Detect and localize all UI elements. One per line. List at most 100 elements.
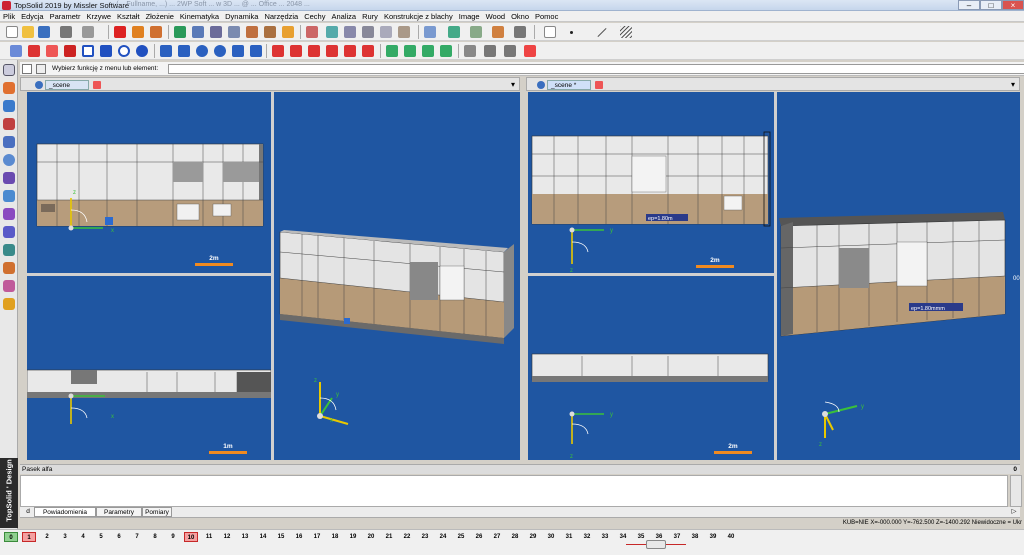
page-17[interactable]: 17 — [310, 532, 324, 542]
menu-zlozenie[interactable]: Złożenie — [143, 11, 177, 22]
minimize-button[interactable]: – — [958, 0, 980, 10]
page-9[interactable]: 9 — [166, 532, 180, 542]
new-file-icon[interactable] — [6, 26, 18, 38]
menu-okno[interactable]: Okno — [508, 11, 532, 22]
check-icon[interactable] — [398, 26, 410, 38]
menu-pomoc[interactable]: Pomoc — [532, 11, 561, 22]
doc-close-icon[interactable] — [93, 81, 101, 89]
viewport-iso-left[interactable]: z y x — [274, 92, 520, 460]
page-25[interactable]: 25 — [454, 532, 468, 542]
chevron-down-icon[interactable]: ▾ — [1011, 80, 1015, 89]
wood-mode-icon[interactable] — [3, 226, 15, 238]
doc-tab-right[interactable]: _scene * — [547, 80, 591, 90]
zoom-fit-icon[interactable] — [448, 26, 460, 38]
symmetric-icon[interactable] — [100, 45, 112, 57]
move-icon[interactable] — [344, 45, 356, 57]
mirror-icon[interactable] — [326, 45, 338, 57]
page-15[interactable]: 15 — [274, 532, 288, 542]
page-8[interactable]: 8 — [148, 532, 162, 542]
annotation-icon[interactable] — [404, 45, 416, 57]
grid-icon[interactable] — [362, 26, 374, 38]
tab-pomiary[interactable]: Pomiary — [142, 507, 172, 517]
zoom-icon[interactable] — [424, 26, 436, 38]
command-input[interactable] — [168, 64, 1024, 74]
attribute-icon[interactable] — [504, 45, 516, 57]
tool-icon[interactable] — [306, 26, 318, 38]
page-29[interactable]: 29 — [526, 532, 540, 542]
page-4[interactable]: 4 — [76, 532, 90, 542]
analysis-mode-icon[interactable] — [3, 154, 15, 166]
open-folder-icon[interactable] — [22, 26, 34, 38]
save-icon[interactable] — [38, 26, 50, 38]
kinematics-mode-icon[interactable] — [3, 172, 15, 184]
options-icon[interactable] — [36, 64, 46, 74]
doc-close-icon[interactable] — [595, 81, 603, 89]
copy-icon[interactable] — [308, 45, 320, 57]
axis-icon[interactable] — [344, 26, 356, 38]
page-5[interactable]: 5 — [94, 532, 108, 542]
fillet-icon[interactable] — [196, 45, 208, 57]
polyline-icon[interactable] — [28, 45, 40, 57]
shape-mode-icon[interactable] — [3, 82, 15, 94]
print-preview-icon[interactable] — [82, 26, 94, 38]
tangent-icon[interactable] — [290, 45, 302, 57]
line-icon[interactable] — [46, 45, 58, 57]
view-3d-icon[interactable] — [470, 26, 482, 38]
page-39[interactable]: 39 — [706, 532, 720, 542]
light-icon[interactable] — [282, 26, 294, 38]
print-icon[interactable] — [60, 26, 72, 38]
page-20[interactable]: 20 — [364, 532, 378, 542]
offset-icon[interactable] — [160, 45, 172, 57]
page-28[interactable]: 28 — [508, 532, 522, 542]
library-mode-icon[interactable] — [3, 298, 15, 310]
record-icon[interactable] — [22, 64, 32, 74]
sheet-metal-icon[interactable] — [3, 136, 15, 148]
menu-image[interactable]: Image — [456, 11, 483, 22]
hatch-icon[interactable] — [422, 45, 434, 57]
redo-icon[interactable] — [150, 26, 162, 38]
page-22[interactable]: 22 — [400, 532, 414, 542]
page-21[interactable]: 21 — [382, 532, 396, 542]
refresh-icon[interactable] — [174, 26, 186, 38]
profile-icon[interactable] — [484, 45, 496, 57]
menu-rury[interactable]: Rury — [359, 11, 381, 22]
rectangle-icon[interactable] — [82, 45, 94, 57]
page-37[interactable]: 37 — [670, 532, 684, 542]
menu-cechy[interactable]: Cechy — [301, 11, 328, 22]
chamfer-icon[interactable] — [178, 45, 190, 57]
extend-icon[interactable] — [232, 45, 244, 57]
point-style-icon[interactable] — [570, 31, 573, 34]
page-11[interactable]: 11 — [202, 532, 216, 542]
tab-next-icon[interactable]: ▷ — [1008, 507, 1020, 517]
page-24[interactable]: 24 — [436, 532, 450, 542]
delete-icon[interactable] — [114, 26, 126, 38]
page-31[interactable]: 31 — [562, 532, 576, 542]
page-32[interactable]: 32 — [580, 532, 594, 542]
dimension-icon[interactable] — [386, 45, 398, 57]
menu-parametr[interactable]: Parametr — [47, 11, 84, 22]
layers-icon[interactable] — [210, 26, 222, 38]
page-12[interactable]: 12 — [220, 532, 234, 542]
viewport-iso-right[interactable]: ep=1.80mmm 00 y z — [777, 92, 1020, 460]
material-icon[interactable] — [246, 26, 258, 38]
menu-analiza[interactable]: Analiza — [328, 11, 359, 22]
output-scrollbar[interactable] — [1010, 475, 1022, 507]
trim-icon[interactable] — [214, 45, 226, 57]
page-1[interactable]: 1 — [22, 532, 36, 542]
page-14[interactable]: 14 — [256, 532, 270, 542]
menu-ksztalt[interactable]: Kształt — [114, 11, 143, 22]
page-23[interactable]: 23 — [418, 532, 432, 542]
scale-icon[interactable] — [362, 45, 374, 57]
viewport-front-right[interactable]: ep=1.80m y z 2m — [528, 92, 774, 273]
viewport-top-left[interactable]: x 1m — [27, 276, 271, 460]
drafting-mode-icon[interactable] — [3, 118, 15, 130]
tools-mode-icon[interactable] — [3, 190, 15, 202]
split-icon[interactable] — [250, 45, 262, 57]
pipe-mode-icon[interactable] — [3, 244, 15, 256]
page-3[interactable]: 3 — [58, 532, 72, 542]
menu-konstrukcje[interactable]: Konstrukcje z blachy — [381, 11, 456, 22]
viewport-top-right[interactable]: y z 2m — [528, 276, 774, 460]
page-27[interactable]: 27 — [490, 532, 504, 542]
sketch-mode-icon[interactable] — [3, 64, 15, 76]
menu-dynamika[interactable]: Dynamika — [222, 11, 261, 22]
